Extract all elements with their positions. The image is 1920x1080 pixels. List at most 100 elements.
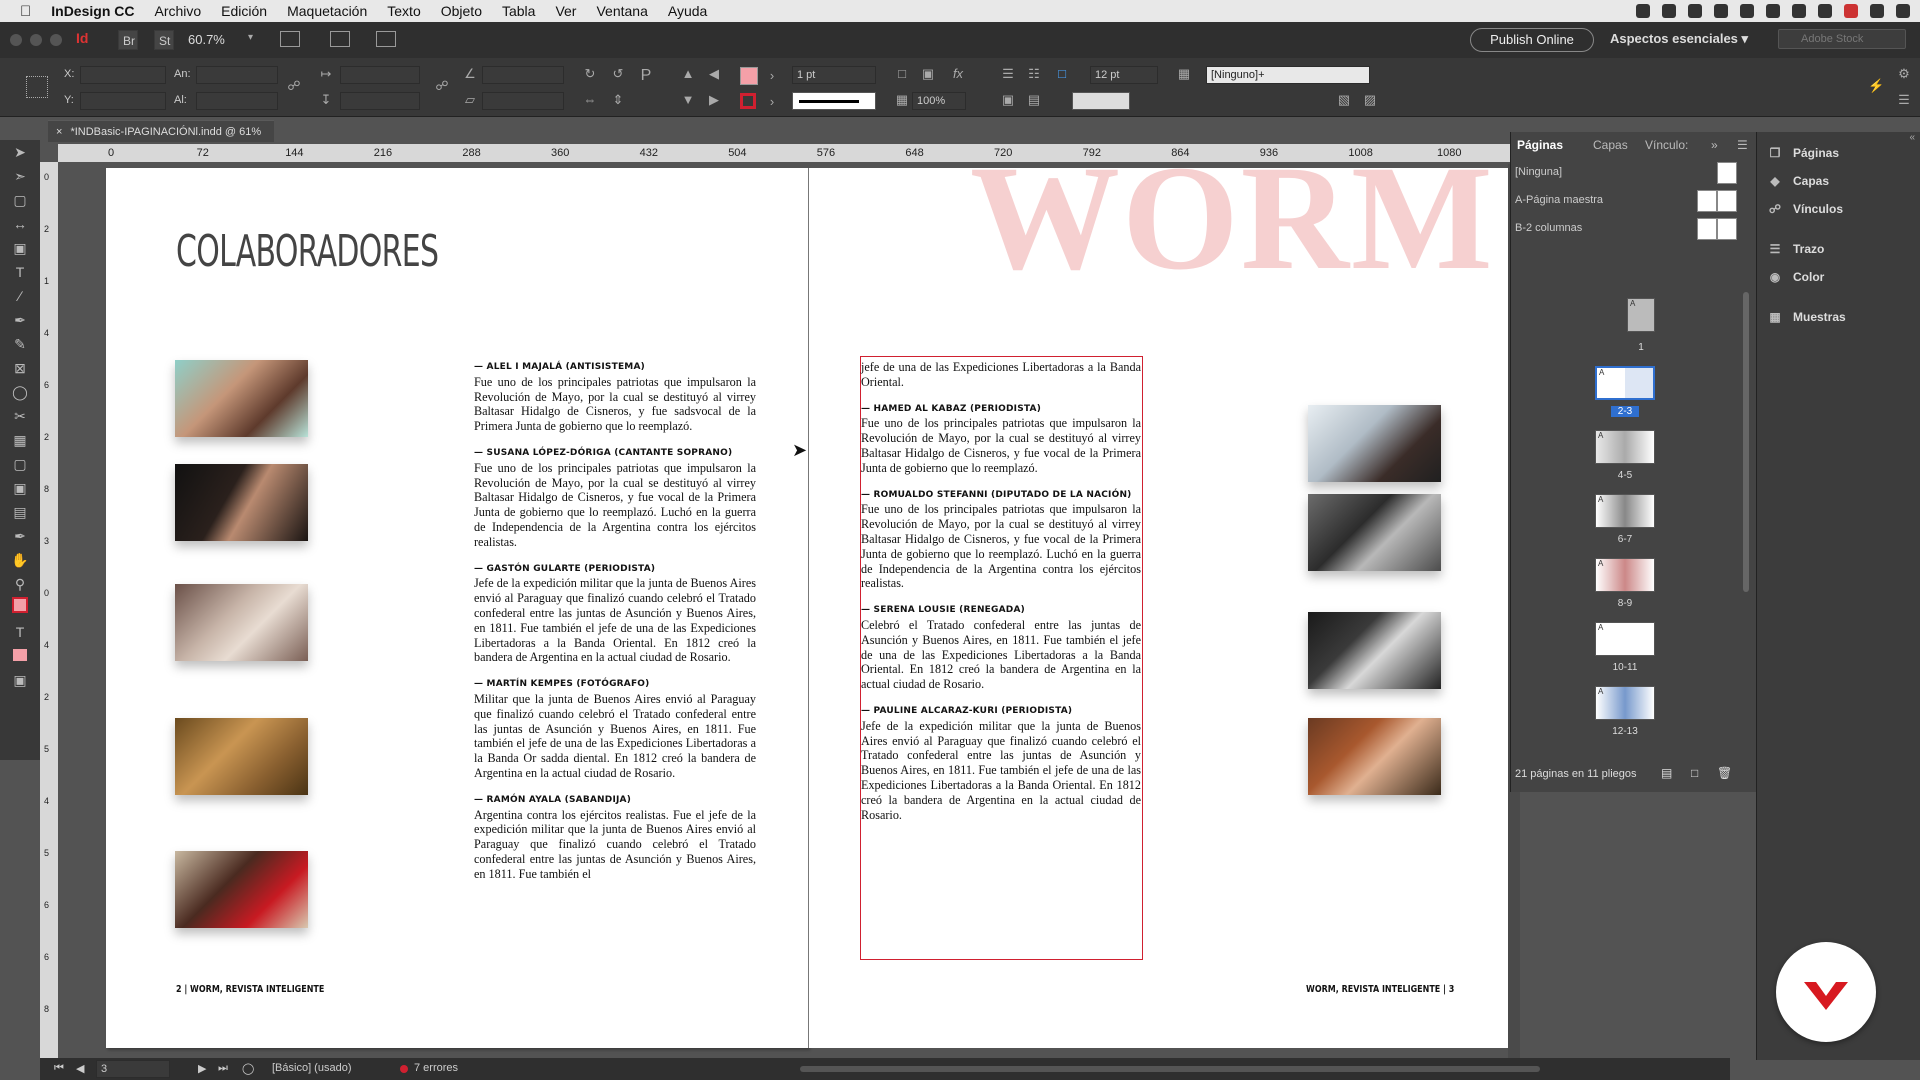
left-text-frame[interactable]: — ALEL I MAJALÁ (ANTISISTEMA) Fue uno de…: [474, 360, 756, 882]
direct-selection-tool-icon[interactable]: ➣: [0, 164, 40, 188]
menu-app[interactable]: InDesign CC: [41, 3, 144, 19]
dock-swatches[interactable]: ▦ Muestras: [1767, 310, 1845, 324]
vertical-ruler[interactable]: 0 2 1 4 6 2 8 3 0 4 2 5 4 5 6 6 8: [40, 162, 58, 1062]
rotate-ccw-icon[interactable]: ↺: [610, 66, 626, 82]
pen-tool-icon[interactable]: ✒: [0, 308, 40, 332]
master-b[interactable]: B-2 columnas: [1515, 222, 1582, 234]
fill-swatch-menu-icon[interactable]: ›: [764, 68, 780, 84]
spread-thumb-8-9[interactable]: A: [1595, 558, 1655, 592]
page-number-input[interactable]: 3: [96, 1060, 170, 1078]
next-page-icon[interactable]: ▶: [198, 1062, 206, 1075]
master-none[interactable]: [Ninguna]: [1515, 166, 1562, 178]
flip-horizontal-icon[interactable]: ⇔: [582, 92, 598, 108]
tab-links[interactable]: Vínculo:: [1645, 138, 1688, 152]
arrange-documents-icon[interactable]: [376, 31, 396, 47]
pages-panel-scrollbar[interactable]: [1743, 292, 1749, 592]
menu-objeto[interactable]: Objeto: [431, 3, 492, 19]
spread-thumb-1[interactable]: A: [1627, 298, 1655, 332]
contributor-photo-8[interactable]: [1308, 612, 1441, 689]
spread-thumb-4-5[interactable]: A: [1595, 430, 1655, 464]
line-tool-icon[interactable]: ∕: [0, 284, 40, 308]
spread-thumb-10-11[interactable]: A: [1595, 622, 1655, 656]
shear-angle-input[interactable]: [482, 92, 564, 110]
dock-layers[interactable]: ◆ Capas: [1767, 174, 1829, 188]
master-b-left-thumb[interactable]: [1697, 218, 1717, 240]
previous-page-icon[interactable]: ◀: [76, 1062, 84, 1075]
spread-thumb-12-13[interactable]: A: [1595, 686, 1655, 720]
select-container-icon[interactable]: ▲: [680, 66, 696, 82]
rectangle-frame-tool-icon[interactable]: ⊠: [0, 356, 40, 380]
screen-mode-tool-icon[interactable]: ▣: [0, 668, 40, 692]
content-collector-icon[interactable]: ▣: [0, 236, 40, 260]
effects-fx-icon[interactable]: fx: [950, 66, 966, 82]
opacity-input[interactable]: 100%: [912, 92, 966, 110]
constrain-scale-icon[interactable]: ☍: [434, 78, 450, 94]
frame-fitting-icon[interactable]: □: [894, 66, 910, 82]
pages-panel-menu-icon[interactable]: ☰: [1737, 138, 1748, 152]
x-position-input[interactable]: [80, 66, 166, 84]
preflight-profile[interactable]: [Básico] (usado): [272, 1062, 351, 1074]
tab-pages[interactable]: Páginas: [1517, 138, 1563, 152]
scale-x-input[interactable]: [340, 66, 420, 84]
tray-icon-1[interactable]: [1636, 4, 1650, 18]
rotation-angle-input[interactable]: [482, 66, 564, 84]
notification-center-icon[interactable]: [1896, 4, 1910, 18]
panel-menu-icon[interactable]: ☰: [1896, 92, 1912, 108]
delete-page-icon[interactable]: 🗑: [1717, 766, 1732, 780]
tray-icon-3[interactable]: [1688, 4, 1702, 18]
page-heading[interactable]: COLABORADORES: [176, 226, 439, 277]
wifi-icon[interactable]: [1792, 4, 1806, 18]
contributor-photo-6[interactable]: [1308, 405, 1441, 482]
contributor-photo-5[interactable]: [175, 851, 308, 928]
minimize-window-button[interactable]: [30, 34, 42, 46]
dock-pages[interactable]: ❐ Páginas: [1767, 146, 1839, 160]
master-b-right-thumb[interactable]: [1717, 218, 1737, 240]
auto-fit-icon[interactable]: □: [1054, 66, 1070, 82]
page-size-icon[interactable]: ▤: [1661, 766, 1672, 780]
spotlight-search-icon[interactable]: [1870, 4, 1884, 18]
new-page-icon[interactable]: □: [1691, 766, 1698, 780]
collapse-dock-icon[interactable]: «: [1909, 132, 1915, 143]
preflight-icon[interactable]: ◯: [242, 1062, 254, 1075]
contributor-photo-9[interactable]: [1308, 718, 1441, 795]
menu-tabla[interactable]: Tabla: [492, 3, 545, 19]
error-count[interactable]: 7 errores: [414, 1062, 458, 1074]
ellipse-tool-icon[interactable]: ◯: [0, 380, 40, 404]
dock-links[interactable]: ☍ Vínculos: [1767, 202, 1843, 216]
quick-apply-icon[interactable]: ⚡: [1868, 78, 1884, 94]
contributor-photo-3[interactable]: [175, 584, 308, 661]
stroke-weight-input[interactable]: 1 pt: [792, 66, 876, 84]
horizontal-scrollbar[interactable]: [800, 1066, 1540, 1072]
stroke-swatch[interactable]: [740, 93, 756, 109]
contributor-photo-4[interactable]: [175, 718, 308, 795]
bridge-button[interactable]: Br: [118, 30, 138, 50]
first-page-icon[interactable]: ⏮: [54, 1062, 64, 1075]
zoom-level[interactable]: 60.7%: [188, 32, 225, 47]
select-content-icon[interactable]: ▼: [680, 92, 696, 108]
select-previous-icon[interactable]: ◀: [706, 66, 722, 82]
master-a[interactable]: A-Página maestra: [1515, 194, 1603, 206]
scissors-tool-icon[interactable]: ✂: [0, 404, 40, 428]
menu-ver[interactable]: Ver: [545, 3, 586, 19]
publish-online-button[interactable]: Publish Online: [1470, 28, 1594, 52]
formatting-affects-icon[interactable]: T: [0, 620, 40, 644]
menu-ventana[interactable]: Ventana: [586, 3, 657, 19]
width-input[interactable]: [196, 66, 278, 84]
dropbox-icon[interactable]: [1662, 4, 1676, 18]
menu-archivo[interactable]: Archivo: [144, 3, 211, 19]
menu-ayuda[interactable]: Ayuda: [658, 3, 717, 19]
align-center-icon[interactable]: ▤: [1026, 92, 1042, 108]
zoom-tool-icon[interactable]: ⚲: [0, 572, 40, 596]
menu-texto[interactable]: Texto: [377, 3, 430, 19]
stroke-swatch-menu-icon[interactable]: ›: [764, 94, 780, 110]
contributor-photo-2[interactable]: [175, 464, 308, 541]
tray-icon-4[interactable]: [1714, 4, 1728, 18]
dock-color[interactable]: ◉ Color: [1767, 270, 1825, 284]
menu-maquetacion[interactable]: Maquetación: [277, 3, 377, 19]
selection-tool-icon[interactable]: ➤: [0, 140, 40, 164]
contributor-photo-7[interactable]: [1308, 494, 1441, 571]
master-none-thumb[interactable]: [1717, 162, 1737, 184]
right-text-frame[interactable]: jefe de una de las Expediciones Libertad…: [861, 360, 1141, 822]
close-window-button[interactable]: [10, 34, 22, 46]
hand-tool-icon[interactable]: ✋: [0, 548, 40, 572]
